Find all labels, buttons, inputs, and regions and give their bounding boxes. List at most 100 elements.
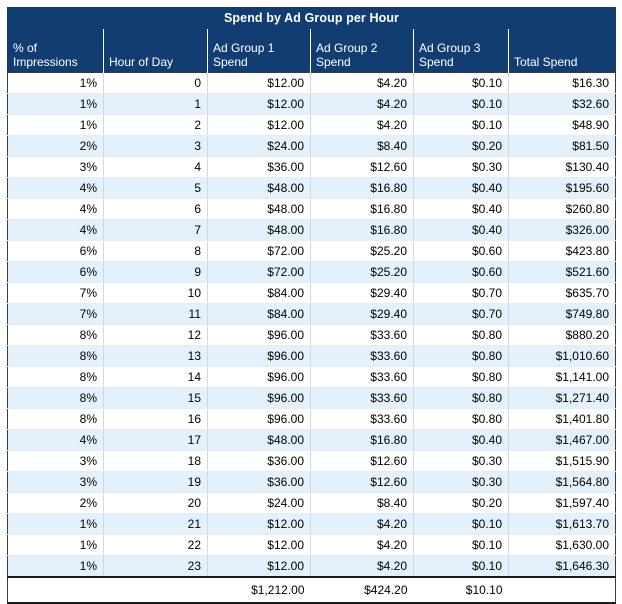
column-header-ad-group-2-line1: Ad Group 2 xyxy=(316,41,378,55)
spend-by-ad-group-table: Spend by Ad Group per Hour % of Impressi… xyxy=(7,7,616,604)
column-header-ad-group-2[interactable]: Ad Group 2 Spend xyxy=(310,29,414,73)
cell-hour_of_day: 5 xyxy=(103,177,208,199)
cell-ad_group_3: $0.10 xyxy=(413,513,509,535)
table-row[interactable]: 4% 6 $48.00 $16.80 $0.40 $260.80 xyxy=(7,198,616,220)
cell-hour_of_day: 10 xyxy=(103,282,208,304)
column-header-ad-group-3[interactable]: Ad Group 3 Spend xyxy=(413,29,509,73)
table-row[interactable]: 1% 22 $12.00 $4.20 $0.10 $1,630.00 xyxy=(7,534,616,556)
cell-ad_group_2: $25.20 xyxy=(310,261,414,283)
table-row[interactable]: 6% 8 $72.00 $25.20 $0.60 $423.80 xyxy=(7,240,616,262)
table-row[interactable]: 3% 4 $36.00 $12.60 $0.30 $130.40 xyxy=(7,156,616,178)
cell-hour_of_day: 8 xyxy=(103,240,208,262)
cell-total_spend: $1,010.60 xyxy=(508,345,616,367)
cell-ad_group_3: $0.60 xyxy=(413,240,509,262)
table-row[interactable]: 1% 21 $12.00 $4.20 $0.10 $1,613.70 xyxy=(7,513,616,535)
table-row[interactable]: 1% 0 $12.00 $4.20 $0.10 $16.30 xyxy=(7,72,616,94)
cell-total_spend: $195.60 xyxy=(508,177,616,199)
cell-pct_impressions: 8% xyxy=(7,324,104,346)
cell-ad_group_3: $0.80 xyxy=(413,408,509,430)
table-head: Spend by Ad Group per Hour % of Impressi… xyxy=(7,7,616,73)
cell-hour_of_day: 3 xyxy=(103,135,208,157)
column-header-hour-of-day[interactable]: Hour of Day xyxy=(103,29,208,73)
cell-pct_impressions: 6% xyxy=(7,240,104,262)
total-cell-ad_group_2: $424.20 xyxy=(310,576,414,604)
cell-ad_group_1: $48.00 xyxy=(207,198,311,220)
cell-ad_group_3: $0.60 xyxy=(413,261,509,283)
total-cell-total_spend xyxy=(508,576,616,604)
cell-hour_of_day: 6 xyxy=(103,198,208,220)
cell-ad_group_1: $96.00 xyxy=(207,366,311,388)
column-header-ad-group-1[interactable]: Ad Group 1 Spend xyxy=(207,29,311,73)
table-row[interactable]: 2% 3 $24.00 $8.40 $0.20 $81.50 xyxy=(7,135,616,157)
cell-ad_group_1: $12.00 xyxy=(207,93,311,115)
table-row[interactable]: 3% 18 $36.00 $12.60 $0.30 $1,515.90 xyxy=(7,450,616,472)
table-row[interactable]: 8% 16 $96.00 $33.60 $0.80 $1,401.80 xyxy=(7,408,616,430)
cell-ad_group_3: $0.30 xyxy=(413,471,509,493)
cell-pct_impressions: 2% xyxy=(7,135,104,157)
cell-ad_group_3: $0.40 xyxy=(413,429,509,451)
cell-ad_group_2: $12.60 xyxy=(310,471,414,493)
cell-ad_group_2: $33.60 xyxy=(310,366,414,388)
cell-ad_group_1: $96.00 xyxy=(207,345,311,367)
cell-ad_group_3: $0.10 xyxy=(413,534,509,556)
column-header-total-spend[interactable]: Total Spend xyxy=(508,29,616,73)
cell-ad_group_2: $4.20 xyxy=(310,72,414,94)
cell-total_spend: $130.40 xyxy=(508,156,616,178)
cell-pct_impressions: 1% xyxy=(7,93,104,115)
cell-pct_impressions: 1% xyxy=(7,555,104,578)
column-header-pct-impressions[interactable]: % of Impressions xyxy=(7,29,104,73)
table-row[interactable]: 8% 15 $96.00 $33.60 $0.80 $1,271.40 xyxy=(7,387,616,409)
table-title: Spend by Ad Group per Hour xyxy=(7,7,616,29)
table-row[interactable]: 1% 1 $12.00 $4.20 $0.10 $32.60 xyxy=(7,93,616,115)
table-row[interactable]: 1% 2 $12.00 $4.20 $0.10 $48.90 xyxy=(7,114,616,136)
cell-total_spend: $749.80 xyxy=(508,303,616,325)
table-row[interactable]: 4% 17 $48.00 $16.80 $0.40 $1,467.00 xyxy=(7,429,616,451)
table-row[interactable]: 8% 13 $96.00 $33.60 $0.80 $1,010.60 xyxy=(7,345,616,367)
cell-hour_of_day: 16 xyxy=(103,408,208,430)
cell-ad_group_2: $25.20 xyxy=(310,240,414,262)
table-footer: $1,212.00 $424.20 $10.10 xyxy=(7,576,616,604)
cell-ad_group_1: $12.00 xyxy=(207,555,311,578)
cell-ad_group_2: $4.20 xyxy=(310,114,414,136)
cell-total_spend: $1,613.70 xyxy=(508,513,616,535)
column-header-pct-impressions-line1: % of xyxy=(13,41,38,55)
cell-ad_group_1: $84.00 xyxy=(207,303,311,325)
cell-ad_group_2: $16.80 xyxy=(310,219,414,241)
table-row[interactable]: 6% 9 $72.00 $25.20 $0.60 $521.60 xyxy=(7,261,616,283)
column-header-ad-group-3-line1: Ad Group 3 xyxy=(419,41,481,55)
cell-total_spend: $16.30 xyxy=(508,72,616,94)
total-cell-ad_group_3: $10.10 xyxy=(413,576,509,604)
cell-pct_impressions: 8% xyxy=(7,387,104,409)
table-row[interactable]: 3% 19 $36.00 $12.60 $0.30 $1,564.80 xyxy=(7,471,616,493)
cell-pct_impressions: 7% xyxy=(7,282,104,304)
cell-total_spend: $1,515.90 xyxy=(508,450,616,472)
column-header-row: % of Impressions Hour of Day Ad Group 1 … xyxy=(7,29,616,73)
table-row[interactable]: 1% 23 $12.00 $4.20 $0.10 $1,646.30 xyxy=(7,555,616,578)
cell-ad_group_3: $0.80 xyxy=(413,366,509,388)
table-row[interactable]: 8% 12 $96.00 $33.60 $0.80 $880.20 xyxy=(7,324,616,346)
cell-hour_of_day: 2 xyxy=(103,114,208,136)
cell-hour_of_day: 11 xyxy=(103,303,208,325)
table-row[interactable]: 7% 11 $84.00 $29.40 $0.70 $749.80 xyxy=(7,303,616,325)
cell-ad_group_1: $96.00 xyxy=(207,387,311,409)
table-row[interactable]: 4% 7 $48.00 $16.80 $0.40 $326.00 xyxy=(7,219,616,241)
cell-hour_of_day: 23 xyxy=(103,555,208,578)
cell-hour_of_day: 13 xyxy=(103,345,208,367)
cell-hour_of_day: 14 xyxy=(103,366,208,388)
table-row[interactable]: 7% 10 $84.00 $29.40 $0.70 $635.70 xyxy=(7,282,616,304)
table-row[interactable]: 2% 20 $24.00 $8.40 $0.20 $1,597.40 xyxy=(7,492,616,514)
cell-pct_impressions: 1% xyxy=(7,72,104,94)
cell-total_spend: $1,401.80 xyxy=(508,408,616,430)
cell-ad_group_3: $0.10 xyxy=(413,72,509,94)
column-header-hour-of-day-line1: Hour of Day xyxy=(109,55,174,69)
table-row[interactable]: 4% 5 $48.00 $16.80 $0.40 $195.60 xyxy=(7,177,616,199)
table-body: 1% 0 $12.00 $4.20 $0.10 $16.30 1% 1 $12.00 $4.20 $… xyxy=(7,72,616,578)
cell-ad_group_2: $16.80 xyxy=(310,177,414,199)
cell-ad_group_2: $16.80 xyxy=(310,198,414,220)
cell-total_spend: $423.80 xyxy=(508,240,616,262)
cell-ad_group_3: $0.70 xyxy=(413,282,509,304)
cell-ad_group_1: $48.00 xyxy=(207,219,311,241)
table-row[interactable]: 8% 14 $96.00 $33.60 $0.80 $1,141.00 xyxy=(7,366,616,388)
cell-ad_group_2: $29.40 xyxy=(310,282,414,304)
cell-ad_group_2: $33.60 xyxy=(310,387,414,409)
